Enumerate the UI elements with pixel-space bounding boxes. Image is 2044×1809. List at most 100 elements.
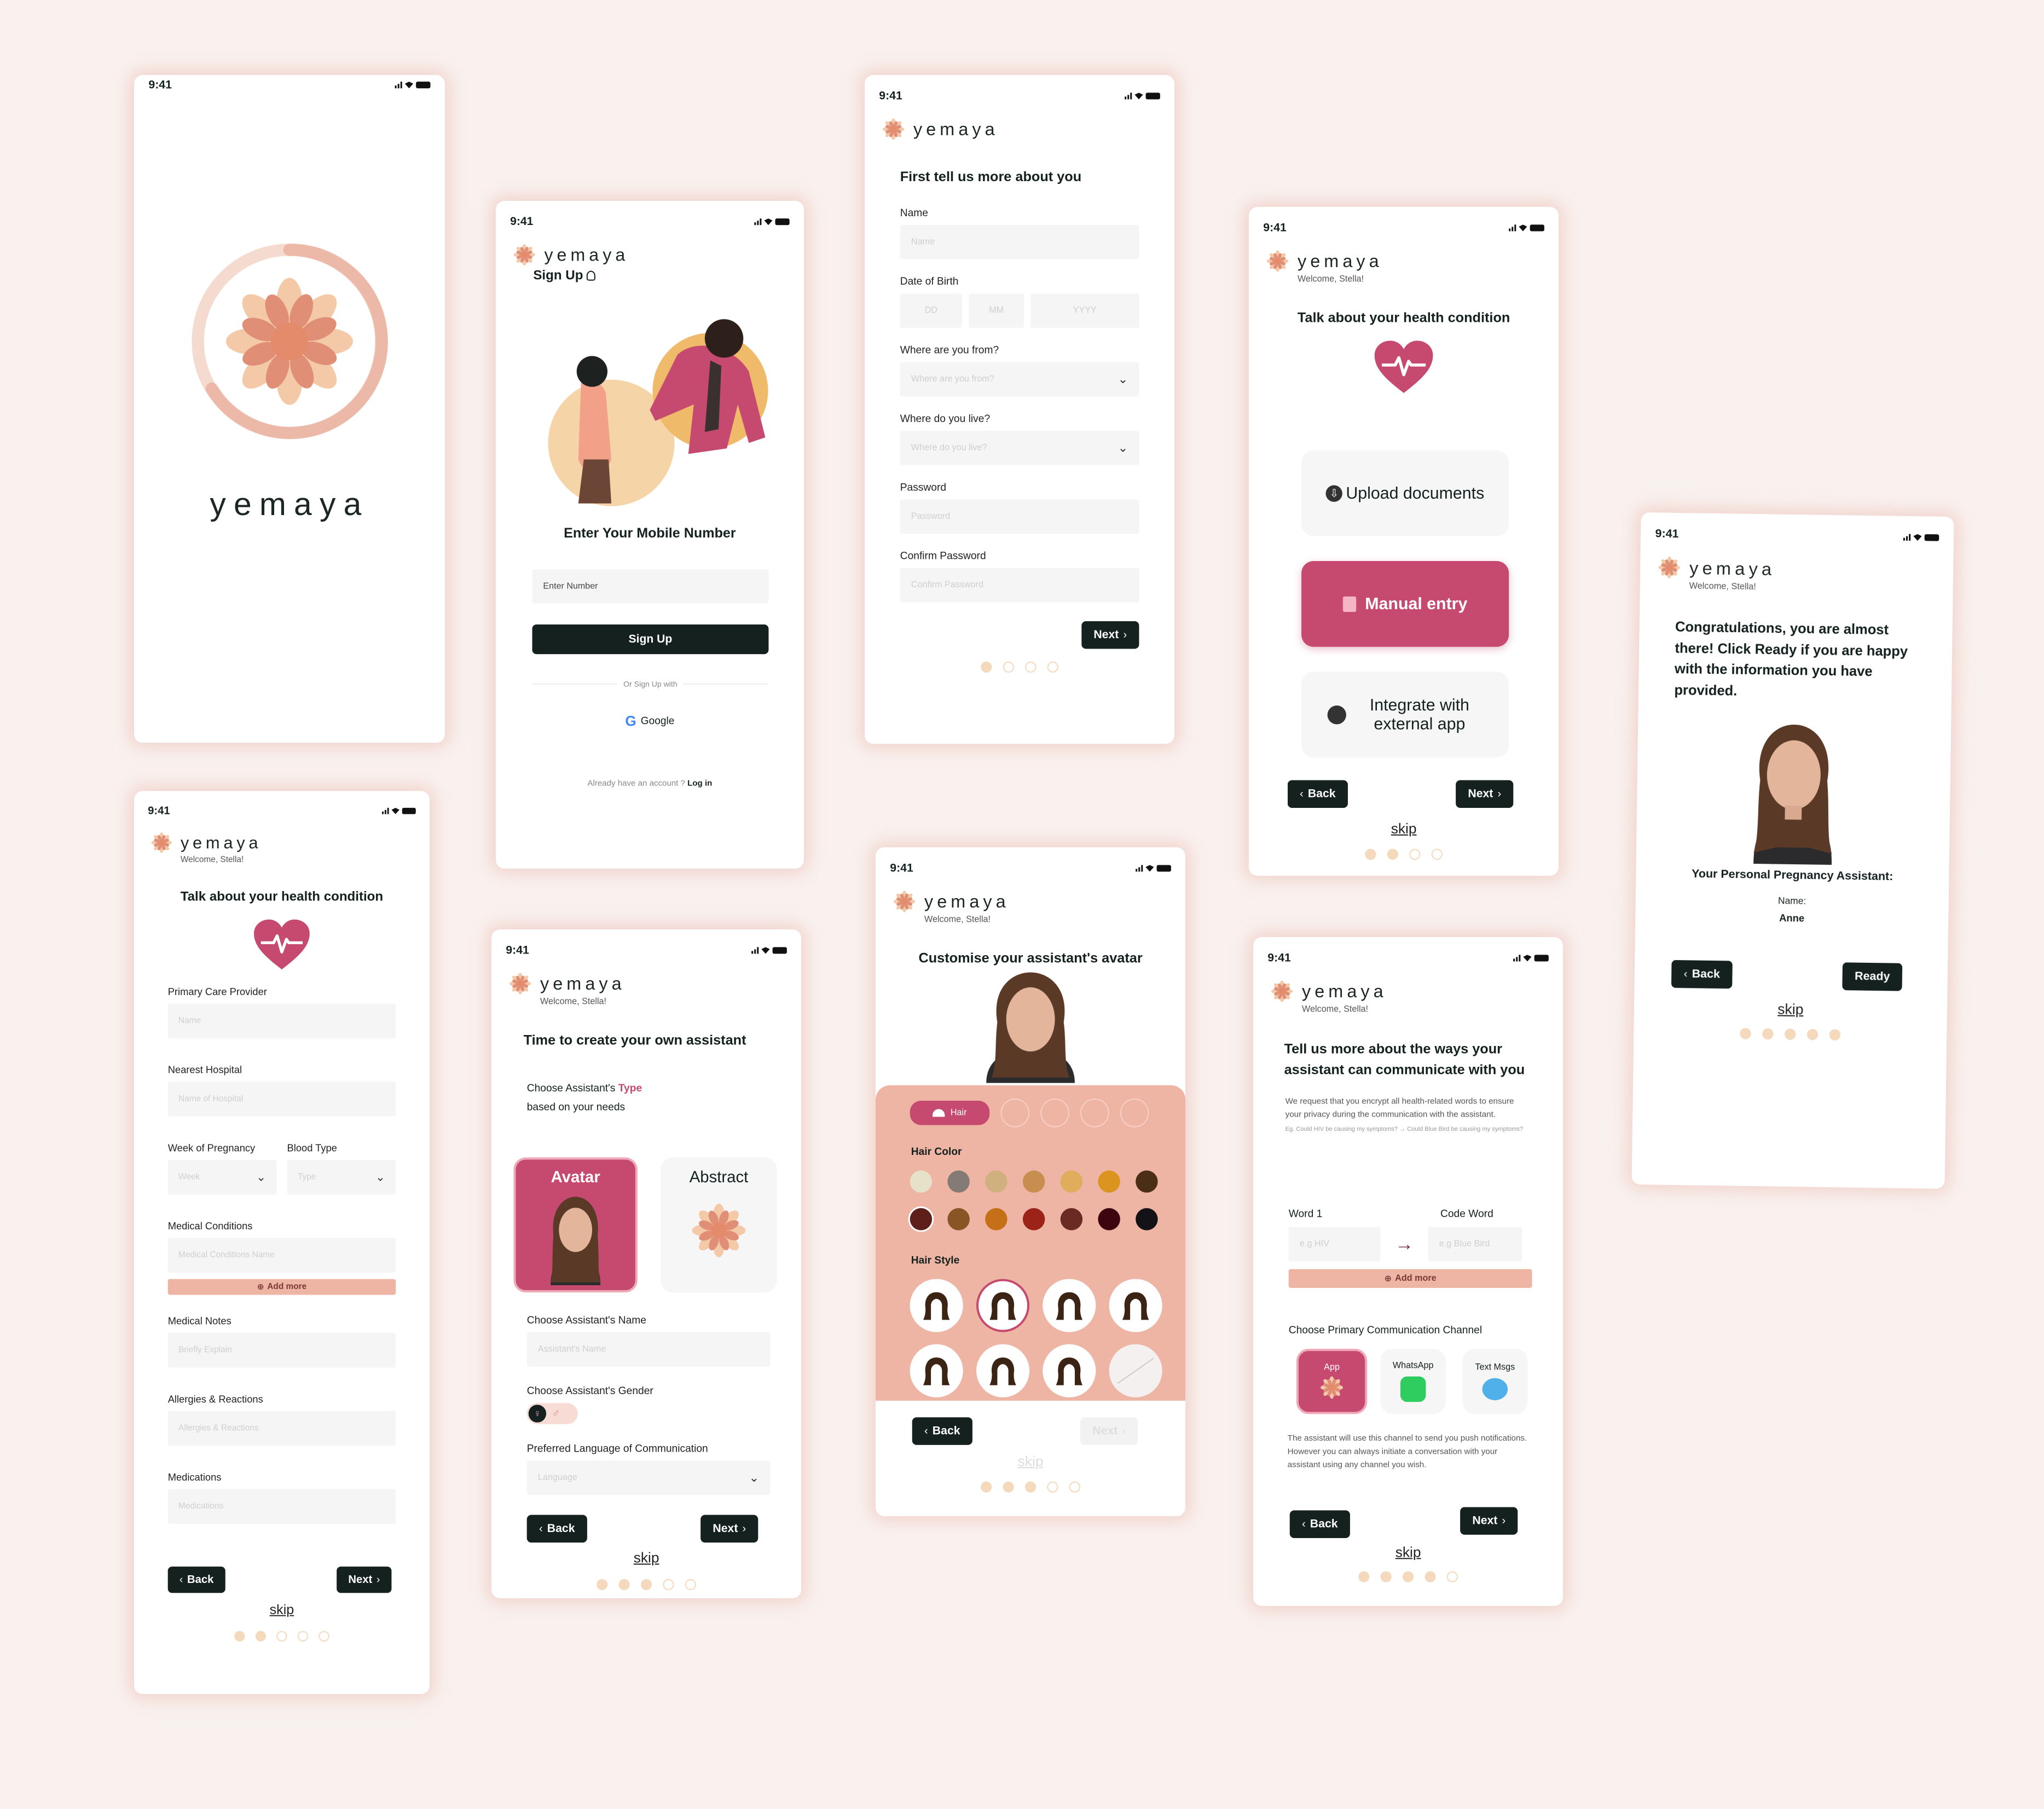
signup-illustration xyxy=(529,294,787,509)
allergies-input[interactable]: Allergies & Reactions xyxy=(167,1411,396,1446)
progress-dots xyxy=(876,1481,1185,1493)
back-button[interactable]: ‹ Back xyxy=(912,1417,972,1445)
hair-style-option[interactable] xyxy=(976,1344,1030,1397)
assistant-photo xyxy=(1720,713,1867,865)
hair-color-swatch[interactable] xyxy=(1136,1170,1158,1193)
hair-color-swatch[interactable] xyxy=(1022,1170,1045,1193)
next-button[interactable]: Next › xyxy=(700,1515,758,1543)
channel-text[interactable]: Text Msgs xyxy=(1462,1349,1528,1414)
hair-color-swatch[interactable] xyxy=(1022,1208,1045,1230)
yemaya-logo-icon xyxy=(1270,979,1294,1003)
integrate-app-button[interactable]: Integrate with external app xyxy=(1301,672,1509,758)
assistant-name-input[interactable]: Assistant's Name xyxy=(526,1332,771,1367)
upload-icon: ⇩ xyxy=(1325,485,1343,502)
hair-color-swatch[interactable] xyxy=(1098,1208,1120,1230)
google-icon: G xyxy=(625,712,636,729)
next-button[interactable]: Next › xyxy=(337,1567,392,1593)
yemaya-logo-icon xyxy=(881,117,905,141)
google-signin-button[interactable]: G Google xyxy=(496,713,804,730)
health-form-screen: 9:41 yemaya Welcome, Stella! Talk about … xyxy=(134,791,430,1694)
hair-color-swatch[interactable] xyxy=(947,1170,970,1193)
hair-style-option[interactable] xyxy=(1043,1344,1096,1397)
abstract-flower-icon xyxy=(688,1200,749,1261)
next-button[interactable]: Next › xyxy=(1081,621,1139,649)
back-button[interactable]: ‹ Back xyxy=(1289,1510,1350,1538)
medications-input[interactable]: Medications xyxy=(167,1489,396,1524)
avatar-preview xyxy=(986,972,1075,1083)
back-button[interactable]: ‹ Back xyxy=(1671,960,1733,989)
hair-style-option[interactable] xyxy=(1109,1279,1162,1332)
hair-color-swatch[interactable] xyxy=(985,1208,1007,1230)
back-button[interactable]: ‹ Back xyxy=(167,1567,225,1593)
live-select[interactable]: Where do you live? ⌄ xyxy=(900,431,1139,465)
channel-app[interactable]: App xyxy=(1296,1349,1368,1414)
add-more-conditions-button[interactable]: ⊕ Add more xyxy=(167,1279,396,1295)
signup-button[interactable]: Sign Up xyxy=(532,624,769,655)
skip-link[interactable]: skip xyxy=(876,1453,1185,1470)
dob-month-input[interactable]: MM xyxy=(969,293,1024,328)
add-more-words-button[interactable]: ⊕ Add more xyxy=(1288,1269,1532,1288)
dob-year-input[interactable]: YYYY xyxy=(1030,293,1139,328)
male-icon[interactable]: ♂ xyxy=(552,1407,560,1420)
hair-style-option[interactable] xyxy=(1043,1279,1096,1332)
welcome-text: Welcome, Stella! xyxy=(540,997,607,1007)
hair-color-swatch[interactable] xyxy=(910,1208,933,1230)
week-select[interactable]: Week ⌄ xyxy=(167,1159,277,1195)
battery-icon xyxy=(1156,865,1171,872)
tab-lips[interactable] xyxy=(1080,1098,1109,1128)
skip-link[interactable]: skip xyxy=(1634,998,1947,1020)
ready-button[interactable]: Ready xyxy=(1842,962,1903,991)
hair-color-swatch[interactable] xyxy=(1060,1208,1083,1230)
hair-color-swatch[interactable] xyxy=(947,1208,970,1230)
upload-documents-button[interactable]: ⇩ Upload documents xyxy=(1301,450,1509,536)
manual-entry-button[interactable]: Manual entry xyxy=(1301,561,1509,647)
hair-color-swatch[interactable] xyxy=(1060,1170,1083,1193)
notes-input[interactable]: Briefly Explain xyxy=(167,1333,396,1368)
hair-color-swatch[interactable] xyxy=(985,1170,1007,1193)
from-select[interactable]: Where are you from? ⌄ xyxy=(900,362,1139,397)
hair-color-swatch[interactable] xyxy=(1136,1208,1158,1230)
tab-hair[interactable]: Hair xyxy=(910,1101,990,1125)
next-button[interactable]: Next › xyxy=(1456,780,1514,808)
assistant-name-label: Name: xyxy=(1777,895,1806,907)
next-button[interactable]: Next › xyxy=(1460,1507,1518,1535)
language-select[interactable]: Language ⌄ xyxy=(526,1460,771,1495)
hair-style-option[interactable] xyxy=(910,1344,963,1397)
channel-whatsapp[interactable]: WhatsApp xyxy=(1380,1349,1446,1414)
blood-type-select[interactable]: Type ⌄ xyxy=(287,1159,396,1195)
tab-body[interactable] xyxy=(1120,1098,1149,1128)
dob-day-input[interactable]: DD xyxy=(900,293,962,328)
mobile-number-input[interactable]: Enter Number xyxy=(532,569,769,604)
no-hair-option[interactable] xyxy=(1109,1344,1162,1397)
name-input[interactable]: Name xyxy=(900,224,1139,259)
pcp-input[interactable]: Name xyxy=(167,1003,396,1039)
conditions-input[interactable]: Medical Conditions Name xyxy=(167,1238,396,1273)
confirm-password-input[interactable]: Confirm Password xyxy=(900,568,1139,603)
skip-link[interactable]: skip xyxy=(1253,1544,1563,1561)
tab-nose[interactable] xyxy=(1040,1098,1069,1128)
skip-link[interactable]: skip xyxy=(134,1602,430,1618)
avatar-type-card[interactable]: Avatar xyxy=(513,1157,638,1293)
password-input[interactable]: Password xyxy=(900,499,1139,534)
back-button[interactable]: ‹ Back xyxy=(526,1515,587,1543)
skip-link[interactable]: skip xyxy=(491,1549,801,1566)
back-button[interactable]: ‹ Back xyxy=(1287,780,1348,808)
conditions-label: Medical Conditions xyxy=(167,1221,253,1232)
hair-style-option[interactable] xyxy=(910,1279,963,1332)
skip-link[interactable]: skip xyxy=(1249,820,1559,837)
login-link[interactable]: Log in xyxy=(687,778,712,788)
female-icon[interactable]: ♀ xyxy=(528,1405,547,1423)
word-input[interactable]: e.g HIV xyxy=(1288,1227,1381,1262)
abstract-type-card[interactable]: Abstract xyxy=(661,1157,777,1293)
hair-color-swatches xyxy=(876,1158,1185,1230)
progress-dots xyxy=(1253,1571,1563,1582)
hospital-input[interactable]: Name of Hospital xyxy=(167,1082,396,1117)
hair-color-swatch[interactable] xyxy=(910,1170,933,1193)
customise-heading: Customise your assistant's avatar xyxy=(918,950,1143,966)
hair-style-option-selected[interactable] xyxy=(976,1279,1030,1332)
tab-eyes[interactable] xyxy=(1000,1098,1030,1128)
code-word-input[interactable]: e.g Blue Bird xyxy=(1428,1227,1522,1262)
hair-color-swatch[interactable] xyxy=(1098,1170,1120,1193)
gender-toggle[interactable]: ♀ ♂ xyxy=(526,1403,578,1424)
next-button-disabled[interactable]: Next › xyxy=(1080,1417,1138,1445)
